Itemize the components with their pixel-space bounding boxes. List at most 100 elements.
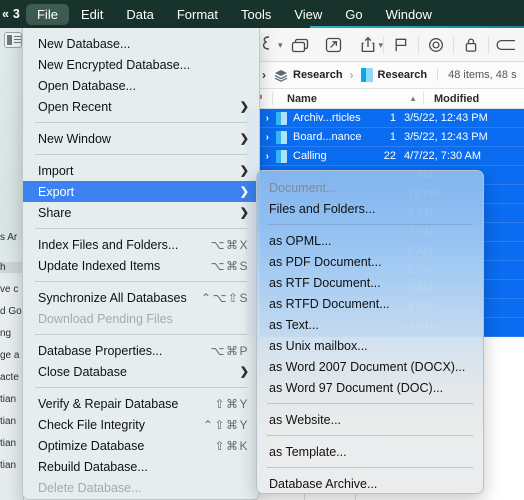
sidebar-toggle-icon[interactable]: [4, 32, 22, 48]
menu-item[interactable]: Close Database ❯: [23, 361, 259, 382]
open-in-new-icon[interactable]: [317, 33, 351, 57]
sidebar-item-fragment[interactable]: s Ar: [0, 232, 23, 243]
pill-icon[interactable]: [489, 33, 523, 57]
menubar-item-tools[interactable]: Tools: [230, 4, 282, 25]
menu-item: Download Pending Files: [23, 308, 259, 329]
menu-item-label: New Encrypted Database...: [38, 57, 191, 72]
menu-separator: [35, 154, 247, 155]
submenu-item[interactable]: as PDF Document...: [257, 251, 483, 272]
row-modified-cell: 3/5/22, 12:43 PM: [404, 131, 488, 143]
menu-item[interactable]: New Database...: [23, 33, 259, 54]
menu-item[interactable]: Open Recent ❯: [23, 96, 259, 117]
window-toolbar: ▾ ▾: [246, 28, 524, 62]
sidebar-item-fragment[interactable]: ge a: [0, 350, 23, 361]
submenu-item[interactable]: as Word 2007 Document (DOCX)...: [257, 356, 483, 377]
submenu-separator: [267, 467, 473, 468]
menu-item-label: Open Database...: [38, 78, 136, 93]
menu-item-shortcut: ⌃⇧⌘Y: [202, 417, 249, 432]
sidebar-item-fragment[interactable]: h: [0, 262, 23, 273]
sidebar-item-fragment[interactable]: tian: [0, 416, 23, 427]
submenu-item[interactable]: Files and Folders...: [257, 198, 483, 219]
sidebar-item-fragment[interactable]: d Go: [0, 306, 23, 317]
menubar-item-format[interactable]: Format: [166, 4, 229, 25]
breadcrumb-item-2[interactable]: Research: [378, 69, 428, 81]
column-name-label: Name: [287, 92, 317, 105]
submenu-item[interactable]: as OPML...: [257, 230, 483, 251]
menu-item-shortcut: ⇧⌘K: [214, 438, 249, 453]
flag-icon[interactable]: [384, 33, 418, 57]
menu-item[interactable]: Share ❯: [23, 202, 259, 223]
chevron-right-icon: ❯: [239, 207, 249, 219]
menubar-item-view[interactable]: View: [283, 4, 333, 25]
sidebar-item-fragment[interactable]: tian: [0, 394, 23, 405]
menu-item-label: Export: [38, 184, 75, 199]
table-row[interactable]: › Calling 22 4/7/22, 7:30 AM: [246, 147, 524, 166]
row-name-cell: Board...nance: [293, 131, 362, 143]
menu-item[interactable]: Verify & Repair Database ⇧⌘Y: [23, 393, 259, 414]
submenu-separator: [267, 435, 473, 436]
chevron-right-icon: ❯: [239, 133, 249, 145]
submenu-separator: [267, 224, 473, 225]
group-icon: [360, 68, 373, 82]
menu-item[interactable]: Export ❯: [23, 181, 259, 202]
menu-item-label: Update Indexed Items: [38, 258, 161, 273]
breadcrumb-item-1[interactable]: Research: [293, 69, 343, 81]
menubar-item-data[interactable]: Data: [115, 4, 164, 25]
submenu-item[interactable]: as Template...: [257, 441, 483, 462]
group-icon: [276, 130, 287, 144]
sidebar-item-fragment[interactable]: acte: [0, 372, 23, 383]
windows-icon[interactable]: [283, 33, 317, 57]
menu-item-label: Close Database: [38, 364, 127, 379]
row-modified-cell: 3/5/22, 12:43 PM: [404, 112, 488, 124]
target-icon[interactable]: [419, 33, 453, 57]
file-menu-panel[interactable]: New Database... New Encrypted Database...…: [22, 28, 260, 500]
submenu-item[interactable]: as Text...: [257, 314, 483, 335]
menu-item-label: Rebuild Database...: [38, 459, 148, 474]
menu-item-label: Database Properties...: [38, 343, 163, 358]
table-row[interactable]: › Archiv...rticles 1 3/5/22, 12:43 PM: [246, 109, 524, 128]
submenu-item[interactable]: as Word 97 Document (DOC)...: [257, 377, 483, 398]
pathbar-chevron-icon[interactable]: ›: [262, 68, 266, 82]
submenu-item[interactable]: as Unix mailbox...: [257, 335, 483, 356]
menu-item[interactable]: Check File Integrity ⌃⇧⌘Y: [23, 414, 259, 435]
menu-item[interactable]: Open Database...: [23, 75, 259, 96]
menubar-item-go[interactable]: Go: [334, 4, 373, 25]
sidebar-item-fragment[interactable]: tian: [0, 438, 23, 449]
menu-separator: [35, 122, 247, 123]
menu-item-label: Open Recent: [38, 99, 112, 114]
chevron-right-icon: ❯: [239, 165, 249, 177]
menu-item[interactable]: Index Files and Folders... ⌥⌘X: [23, 234, 259, 255]
menubar-item-file[interactable]: File: [25, 3, 69, 25]
menu-item-label: New Window: [38, 131, 111, 146]
lock-icon[interactable]: [454, 33, 488, 57]
submenu-item[interactable]: as Website...: [257, 409, 483, 430]
menu-item-shortcut: ⌃⌥⇧S: [201, 290, 249, 305]
menubar-item-window[interactable]: Window: [375, 4, 443, 25]
column-modified[interactable]: Modified: [424, 93, 479, 105]
column-name[interactable]: Name ▲: [273, 93, 423, 105]
table-row[interactable]: › Board...nance 1 3/5/22, 12:43 PM: [246, 128, 524, 147]
menu-item-label: Index Files and Folders...: [38, 237, 179, 252]
sidebar-item-fragment[interactable]: tian: [0, 460, 23, 471]
row-name-cell: Calling: [293, 150, 327, 162]
menu-item[interactable]: New Window ❯: [23, 128, 259, 149]
menu-item[interactable]: New Encrypted Database...: [23, 54, 259, 75]
menu-item[interactable]: Optimize Database ⇧⌘K: [23, 435, 259, 456]
submenu-item[interactable]: as RTFD Document...: [257, 293, 483, 314]
menu-item[interactable]: Rebuild Database...: [23, 456, 259, 477]
menubar-item-edit[interactable]: Edit: [70, 4, 114, 25]
submenu-item[interactable]: Database Archive...: [257, 473, 483, 493]
sidebar-item-fragment[interactable]: ng: [0, 328, 23, 339]
export-submenu-panel[interactable]: Document... Files and Folders... as OPML..…: [256, 170, 484, 494]
menubar-left-fragment: « 3: [2, 7, 20, 21]
menu-item[interactable]: Database Properties... ⌥⌘P: [23, 340, 259, 361]
menu-item[interactable]: Update Indexed Items ⌥⌘S: [23, 255, 259, 276]
sidebar-strip[interactable]: s Ar h ve c d Go ng ge a acte tian tian tian tian: [0, 28, 24, 500]
menu-item-label: Check File Integrity: [38, 417, 145, 432]
submenu-item[interactable]: as RTF Document...: [257, 272, 483, 293]
menu-item[interactable]: Import ❯: [23, 160, 259, 181]
menu-item-shortcut: ⌥⌘S: [210, 258, 249, 273]
row-count-cell: 22: [383, 150, 396, 162]
menu-item[interactable]: Synchronize All Databases ⌃⌥⇧S: [23, 287, 259, 308]
sidebar-item-fragment[interactable]: ve c: [0, 284, 23, 295]
